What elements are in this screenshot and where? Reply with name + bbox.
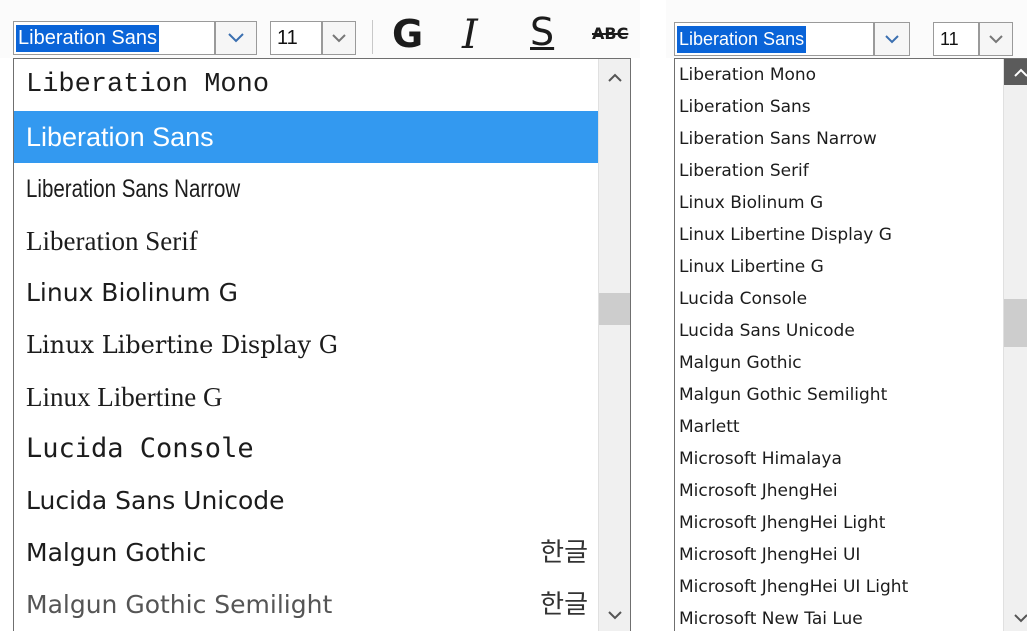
italic-button[interactable]: I: [462, 15, 478, 55]
chevron-down-icon: [989, 34, 1003, 43]
left-font-name-value: Liberation Sans: [16, 25, 159, 52]
right-font-name-input[interactable]: Liberation Sans: [674, 22, 874, 56]
left-font-size-value: 11: [277, 27, 298, 49]
font-list-item[interactable]: Linux Libertine Display G: [14, 319, 598, 371]
font-list-item[interactable]: Linux Libertine Display G: [675, 219, 1003, 251]
font-list-item-label: Liberation Sans: [26, 122, 214, 152]
font-list-item-label: Liberation Mono: [26, 70, 270, 100]
font-list-item-label: Microsoft Himalaya: [679, 449, 842, 469]
font-list-item[interactable]: Malgun Gothic Semilight 한글: [14, 579, 598, 631]
scroll-down-arrow[interactable]: [599, 603, 630, 627]
font-list-item-label: Linux Libertine G: [26, 382, 223, 412]
font-list-item-label: Microsoft JhengHei Light: [679, 513, 886, 533]
font-list-item-label: Microsoft New Tai Lue: [679, 609, 863, 629]
font-list-item[interactable]: Liberation Serif: [675, 155, 1003, 187]
font-list-item-label: Lucida Sans Unicode: [26, 486, 285, 515]
right-font-list[interactable]: Liberation Mono Liberation Sans Liberation…: [674, 58, 1027, 631]
font-list-item-label: Liberation Serif: [679, 161, 809, 181]
font-list-item[interactable]: Lucida Console: [675, 283, 1003, 315]
font-list-item[interactable]: Liberation Mono: [675, 59, 1003, 91]
scroll-thumb[interactable]: [1004, 299, 1027, 347]
font-list-item-label: Lucida Console: [679, 289, 808, 309]
left-font-size-input[interactable]: 11: [270, 21, 322, 55]
chevron-down-icon: [228, 33, 244, 43]
font-list-item-label: Microsoft JhengHei: [679, 481, 838, 501]
font-list-item-label: Linux Libertine G: [679, 257, 824, 277]
toolbar-separator: [372, 20, 373, 54]
font-list-item[interactable]: Liberation Mono: [14, 59, 598, 111]
font-list-item[interactable]: Microsoft New Tai Lue: [675, 603, 1003, 631]
font-list-item[interactable]: Microsoft Himalaya: [675, 443, 1003, 475]
font-list-item-label: Liberation Mono: [679, 65, 817, 85]
font-list-item[interactable]: Liberation Sans Narrow: [675, 123, 1003, 155]
font-list-item-label: Liberation Serif: [26, 226, 198, 256]
right-font-name-value: Liberation Sans: [677, 26, 807, 53]
font-list-item[interactable]: Liberation Sans: [675, 91, 1003, 123]
font-list-item[interactable]: Lucida Sans Unicode: [14, 475, 598, 527]
chevron-down-icon: [608, 610, 622, 619]
script-sample-hint: 한글: [540, 538, 588, 568]
left-font-list-scrollbar[interactable]: [598, 59, 630, 631]
right-font-size-value: 11: [940, 29, 959, 49]
font-list-item[interactable]: Marlett: [675, 411, 1003, 443]
underline-button[interactable]: S: [530, 13, 554, 51]
font-list-item-label: Liberation Sans Narrow: [26, 175, 241, 203]
right-font-size-input[interactable]: 11: [933, 22, 979, 56]
left-font-list[interactable]: Liberation Mono Liberation Sans Liberation…: [13, 58, 631, 631]
font-list-item[interactable]: Lucida Console: [14, 423, 598, 475]
font-list-item[interactable]: Malgun Gothic Semilight: [675, 379, 1003, 411]
font-list-item[interactable]: Linux Biolinum G: [675, 187, 1003, 219]
script-sample-hint: 한글: [540, 590, 588, 620]
font-list-item[interactable]: Microsoft JhengHei Light: [675, 507, 1003, 539]
font-list-item-label: Linux Biolinum G: [26, 278, 238, 307]
font-list-item[interactable]: Microsoft JhengHei UI: [675, 539, 1003, 571]
chevron-up-icon: [608, 73, 622, 82]
font-list-item[interactable]: Lucida Sans Unicode: [675, 315, 1003, 347]
font-list-item-label: Linux Biolinum G: [679, 193, 824, 213]
chevron-down-icon: [1013, 613, 1027, 622]
right-font-list-scrollbar[interactable]: [1003, 59, 1027, 631]
right-font-size-dropdown-button[interactable]: [979, 22, 1013, 56]
font-list-item-label: Liberation Sans Narrow: [679, 129, 877, 149]
left-font-name-input[interactable]: Liberation Sans: [13, 21, 215, 55]
font-list-item-label: Lucida Console: [26, 433, 254, 464]
chevron-up-icon: [1013, 68, 1027, 77]
right-panel: Liberation Sans 11 Liberation Mono Libera…: [666, 0, 1027, 631]
font-list-item-label: Linux Libertine Display G: [26, 331, 338, 359]
font-list-item[interactable]: Microsoft JhengHei UI Light: [675, 571, 1003, 603]
font-list-item[interactable]: Linux Libertine G: [14, 371, 598, 423]
font-list-item[interactable]: Liberation Sans: [14, 111, 598, 163]
font-list-item-label: Linux Libertine Display G: [679, 225, 892, 245]
scroll-down-arrow[interactable]: [1004, 607, 1027, 629]
font-list-item[interactable]: Microsoft JhengHei: [675, 475, 1003, 507]
font-list-item-label: Lucida Sans Unicode: [679, 321, 855, 341]
font-list-item-label: Microsoft JhengHei UI Light: [679, 577, 909, 597]
font-list-item-label: Microsoft JhengHei UI: [679, 545, 861, 565]
font-list-item[interactable]: Liberation Serif: [14, 215, 598, 267]
scroll-thumb[interactable]: [599, 293, 630, 325]
scroll-up-arrow[interactable]: [1004, 59, 1027, 85]
bold-button[interactable]: G: [392, 15, 423, 53]
font-list-item[interactable]: Linux Libertine G: [675, 251, 1003, 283]
font-list-item[interactable]: Liberation Sans Narrow: [14, 163, 598, 215]
right-font-name-dropdown-button[interactable]: [874, 22, 910, 56]
font-list-item-label: Malgun Gothic: [679, 353, 802, 373]
left-font-size-dropdown-button[interactable]: [322, 21, 356, 55]
font-list-item-label: Malgun Gothic Semilight: [26, 590, 333, 619]
font-list-item-label: Marlett: [679, 417, 740, 437]
left-font-name-dropdown-button[interactable]: [215, 21, 257, 55]
font-list-item-label: Liberation Sans: [679, 97, 811, 117]
font-list-item-label: Malgun Gothic: [26, 538, 207, 567]
strikethrough-button[interactable]: ABC: [592, 26, 628, 42]
font-list-item[interactable]: Malgun Gothic 한글: [14, 527, 598, 579]
font-list-item[interactable]: Malgun Gothic: [675, 347, 1003, 379]
chevron-down-icon: [885, 34, 899, 43]
left-panel: Liberation Sans 11 G I S ABC Liberation …: [0, 0, 640, 631]
font-list-item[interactable]: Linux Biolinum G: [14, 267, 598, 319]
chevron-down-icon: [332, 33, 346, 42]
font-list-item-label: Malgun Gothic Semilight: [679, 385, 888, 405]
scroll-up-arrow[interactable]: [599, 65, 630, 89]
